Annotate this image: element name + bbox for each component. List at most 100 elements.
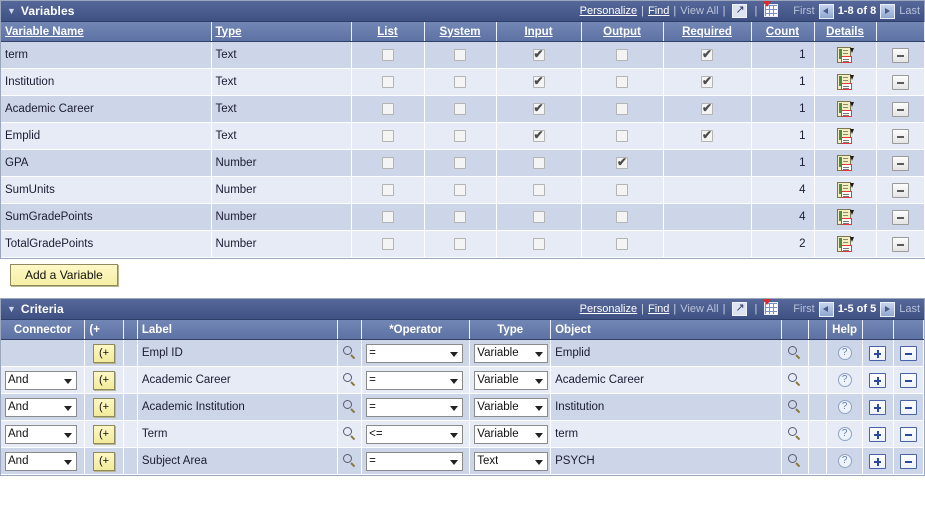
column-details[interactable]: Details <box>814 22 877 42</box>
list-checkbox[interactable] <box>381 237 394 250</box>
add-row-button[interactable] <box>869 372 887 388</box>
column-type[interactable]: Type <box>211 22 352 42</box>
details-icon[interactable] <box>836 128 854 144</box>
open-parenthesis-button[interactable]: (+ <box>93 424 116 444</box>
last-label[interactable]: Last <box>899 303 920 315</box>
output-checkbox[interactable] <box>616 75 628 88</box>
column-input[interactable]: Input <box>496 22 582 42</box>
input-checkbox[interactable] <box>532 47 545 61</box>
system-checkbox[interactable] <box>454 183 466 196</box>
output-checkbox[interactable] <box>616 102 628 115</box>
download-spreadsheet-icon[interactable] <box>763 299 779 318</box>
open-parenthesis-button[interactable]: (+ <box>93 451 116 471</box>
required-checkbox[interactable] <box>701 101 713 115</box>
view-all-link[interactable]: View All <box>680 5 718 17</box>
details-icon[interactable] <box>836 155 854 171</box>
list-checkbox[interactable] <box>381 129 394 142</box>
connector-select[interactable]: And <box>5 451 77 471</box>
connector-select[interactable]: And <box>5 370 77 390</box>
column-variable-name[interactable]: Variable Name <box>1 22 212 42</box>
connector-select[interactable]: And <box>5 424 77 444</box>
details-icon[interactable] <box>836 74 854 90</box>
view-all-link[interactable]: View All <box>680 303 718 315</box>
system-checkbox[interactable] <box>454 237 466 250</box>
first-label[interactable]: First <box>793 303 814 315</box>
column-system[interactable]: System <box>424 22 497 42</box>
input-checkbox[interactable] <box>532 210 545 223</box>
help-icon[interactable]: ? <box>837 427 852 441</box>
previous-page-arrow[interactable] <box>818 3 834 19</box>
input-checkbox[interactable] <box>532 74 545 88</box>
delete-row-button[interactable] <box>899 453 917 469</box>
output-checkbox[interactable] <box>616 155 628 169</box>
object-lookup-icon[interactable] <box>788 427 802 441</box>
type-select[interactable]: Variable <box>474 424 549 444</box>
label-lookup-icon[interactable] <box>342 373 357 387</box>
delete-row-button[interactable] <box>891 128 909 144</box>
system-checkbox[interactable] <box>454 210 466 223</box>
delete-row-button[interactable] <box>891 155 909 171</box>
column-output[interactable]: Output <box>581 22 664 42</box>
required-checkbox[interactable] <box>701 128 713 142</box>
connector-select[interactable]: And <box>5 397 77 417</box>
add-row-button[interactable] <box>869 345 887 361</box>
object-lookup-icon[interactable] <box>788 346 802 360</box>
help-icon[interactable]: ? <box>837 454 852 468</box>
list-checkbox[interactable] <box>381 48 394 61</box>
system-checkbox[interactable] <box>454 48 466 61</box>
add-row-button[interactable] <box>869 426 887 442</box>
input-checkbox[interactable] <box>532 183 545 196</box>
type-select[interactable]: Variable <box>474 397 549 417</box>
open-parenthesis-button[interactable]: (+ <box>93 370 116 390</box>
details-icon[interactable] <box>836 209 854 225</box>
object-lookup-icon[interactable] <box>788 373 802 387</box>
label-lookup-icon[interactable] <box>342 400 357 414</box>
system-checkbox[interactable] <box>454 75 466 88</box>
personalize-link[interactable]: Personalize <box>580 303 637 315</box>
delete-row-button[interactable] <box>891 101 909 117</box>
delete-row-button[interactable] <box>899 399 917 415</box>
required-checkbox[interactable] <box>701 74 713 88</box>
object-lookup-icon[interactable] <box>788 400 802 414</box>
previous-page-arrow[interactable] <box>818 301 834 317</box>
find-link[interactable]: Find <box>648 5 669 17</box>
help-icon[interactable]: ? <box>837 346 852 360</box>
expand-icon[interactable] <box>732 3 748 21</box>
download-spreadsheet-icon[interactable] <box>763 1 779 20</box>
list-checkbox[interactable] <box>381 102 394 115</box>
operator-select[interactable]: = <box>366 451 464 471</box>
list-checkbox[interactable] <box>381 210 394 223</box>
system-checkbox[interactable] <box>454 129 466 142</box>
operator-select[interactable]: = <box>366 370 464 390</box>
delete-row-button[interactable] <box>899 426 917 442</box>
add-row-button[interactable] <box>869 453 887 469</box>
details-icon[interactable] <box>836 236 854 252</box>
collapse-variables-icon[interactable]: ▼ <box>7 6 16 16</box>
delete-row-button[interactable] <box>891 74 909 90</box>
list-checkbox[interactable] <box>381 156 394 169</box>
find-link[interactable]: Find <box>648 303 669 315</box>
help-icon[interactable]: ? <box>837 400 852 414</box>
delete-row-button[interactable] <box>891 209 909 225</box>
next-page-arrow[interactable] <box>880 3 896 19</box>
operator-select[interactable]: <= <box>366 424 464 444</box>
required-checkbox[interactable] <box>701 47 713 61</box>
output-checkbox[interactable] <box>616 237 628 250</box>
personalize-link[interactable]: Personalize <box>580 5 637 17</box>
details-icon[interactable] <box>836 47 854 63</box>
output-checkbox[interactable] <box>616 48 628 61</box>
column-required[interactable]: Required <box>663 22 752 42</box>
input-checkbox[interactable] <box>532 237 545 250</box>
expand-icon[interactable] <box>732 301 748 319</box>
column-list[interactable]: List <box>351 22 425 42</box>
input-checkbox[interactable] <box>532 128 545 142</box>
label-lookup-icon[interactable] <box>342 454 357 468</box>
delete-row-button[interactable] <box>891 236 909 252</box>
column-count[interactable]: Count <box>751 22 815 42</box>
type-select[interactable]: Text <box>474 451 549 471</box>
open-parenthesis-button[interactable]: (+ <box>93 397 116 417</box>
type-select[interactable]: Variable <box>474 343 549 363</box>
next-page-arrow[interactable] <box>880 301 896 317</box>
details-icon[interactable] <box>836 101 854 117</box>
delete-row-button[interactable] <box>891 182 909 198</box>
